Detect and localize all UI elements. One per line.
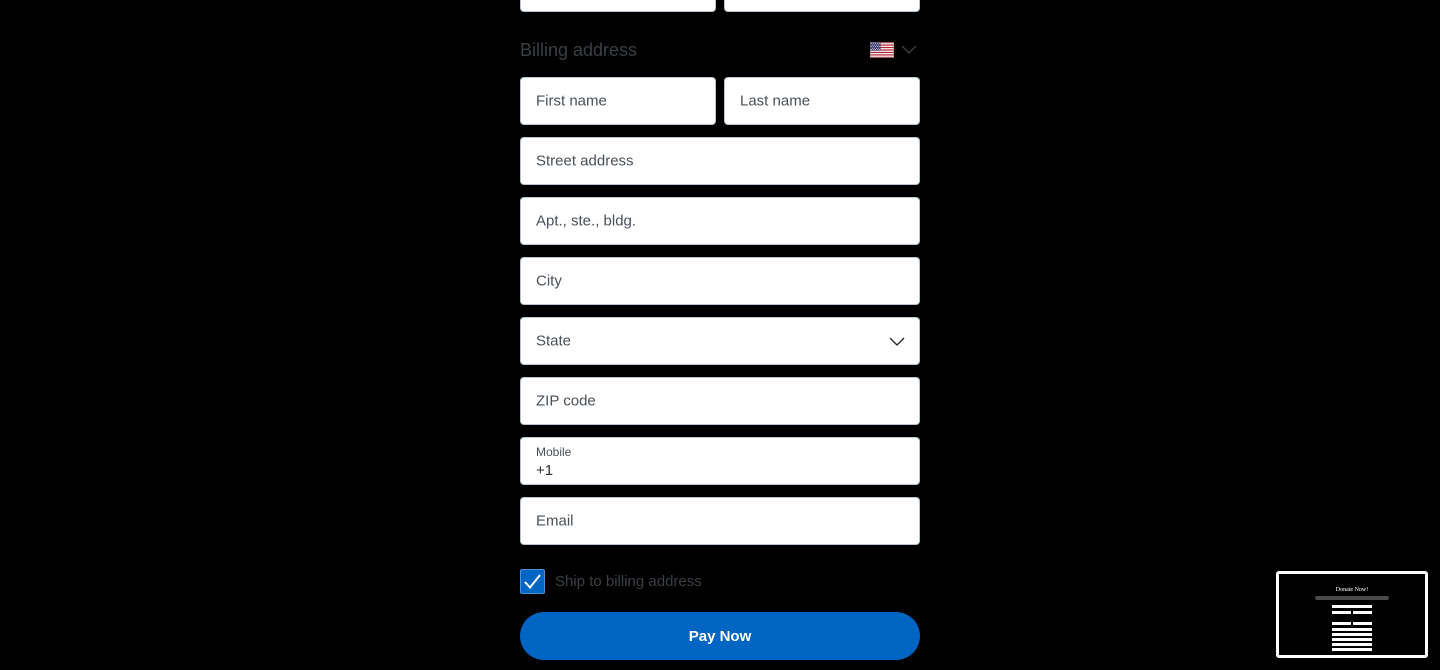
mobile-label: Mobile xyxy=(536,445,572,459)
apt-field[interactable]: Apt., ste., bldg. xyxy=(520,197,920,245)
street-address-placeholder: Street address xyxy=(536,152,634,170)
apt-placeholder: Apt., ste., bldg. xyxy=(536,212,637,230)
last-name-field[interactable]: Last name xyxy=(724,77,920,125)
state-select[interactable]: State xyxy=(520,317,920,365)
state-placeholder: State xyxy=(536,332,572,350)
preview-field xyxy=(1353,622,1372,625)
zip-code-placeholder: ZIP code xyxy=(536,392,596,410)
checkout-page: Billing address First name Last name Str… xyxy=(0,0,1440,670)
mobile-field[interactable]: Mobile +1 xyxy=(520,437,920,485)
preview-field xyxy=(1332,622,1351,625)
checkmark-icon xyxy=(524,574,541,590)
city-placeholder: City xyxy=(536,272,562,290)
preview-field xyxy=(1332,643,1372,646)
preview-title: Donate Now! xyxy=(1335,587,1369,593)
chevron-down-icon xyxy=(901,45,917,54)
zip-code-field[interactable]: ZIP code xyxy=(520,377,920,425)
city-field[interactable]: City xyxy=(520,257,920,305)
first-name-placeholder: First name xyxy=(536,92,607,110)
last-name-placeholder: Last name xyxy=(740,92,811,110)
country-selector[interactable] xyxy=(870,40,920,60)
ship-to-billing-label[interactable]: Ship to billing address xyxy=(555,573,702,590)
preview-field xyxy=(1353,611,1372,614)
card-field-left[interactable] xyxy=(520,0,716,12)
us-flag-icon xyxy=(870,42,894,58)
first-name-field[interactable]: First name xyxy=(520,77,716,125)
preview-field xyxy=(1332,648,1372,651)
preview-field xyxy=(1332,605,1372,608)
email-field[interactable]: Email xyxy=(520,497,920,545)
preview-field xyxy=(1332,633,1372,636)
page-preview-thumbnail[interactable]: Donate Now! xyxy=(1276,571,1428,658)
street-address-field[interactable]: Street address xyxy=(520,137,920,185)
pay-now-button[interactable]: Pay Now xyxy=(520,612,920,660)
mobile-value: +1 xyxy=(536,462,554,479)
preview-bar xyxy=(1315,596,1389,600)
preview-field xyxy=(1332,628,1372,631)
preview-field xyxy=(1332,611,1351,614)
ship-to-billing-checkbox[interactable] xyxy=(520,569,545,594)
email-placeholder: Email xyxy=(536,512,574,530)
preview-field xyxy=(1332,638,1372,641)
chevron-down-icon xyxy=(889,337,905,346)
card-field-right[interactable] xyxy=(724,0,920,12)
billing-address-title: Billing address xyxy=(520,40,638,60)
